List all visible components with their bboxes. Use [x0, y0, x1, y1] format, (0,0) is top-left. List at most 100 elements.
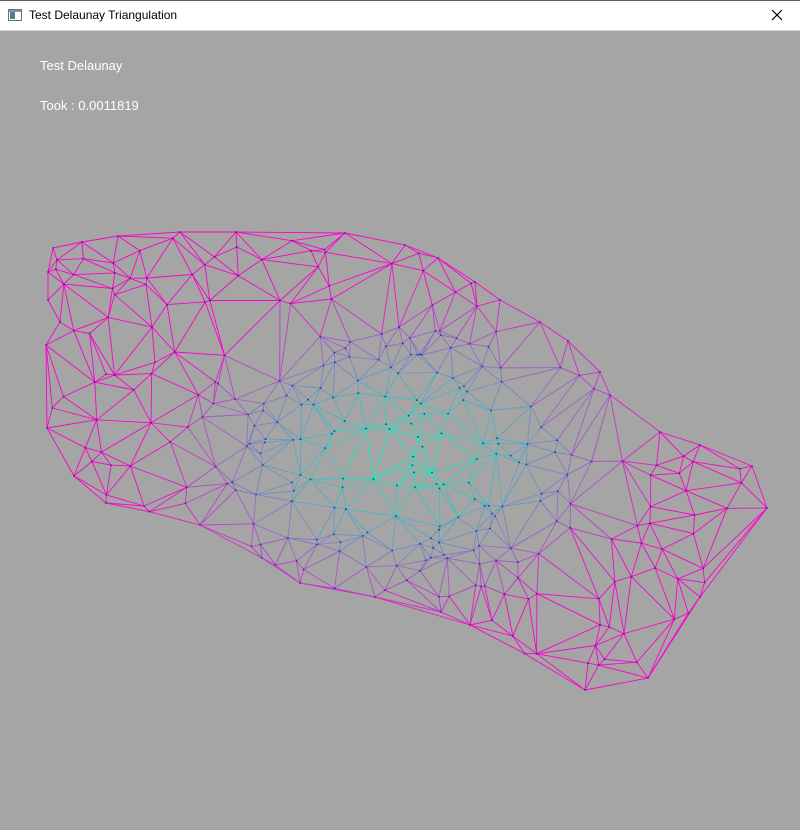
- mesh-point: [569, 502, 572, 505]
- mesh-edge: [484, 560, 497, 587]
- mesh-edge: [277, 421, 301, 440]
- mesh-edge: [166, 301, 206, 306]
- mesh-point: [260, 258, 263, 261]
- mesh-edge: [491, 594, 505, 621]
- mesh-edge: [204, 256, 215, 266]
- mesh-point: [151, 326, 153, 328]
- mesh-point: [299, 582, 301, 584]
- mesh-point: [597, 664, 600, 666]
- mesh-edge: [107, 288, 113, 318]
- mesh-edge: [411, 465, 415, 473]
- mesh-point: [655, 464, 658, 467]
- mesh-edge: [114, 326, 153, 376]
- mesh-edge: [560, 367, 580, 376]
- mesh-edge: [334, 420, 345, 432]
- mesh-point: [435, 483, 438, 485]
- mesh-edge: [395, 515, 432, 539]
- close-button[interactable]: [754, 0, 800, 30]
- mesh-edge: [571, 388, 595, 456]
- mesh-edge: [214, 256, 239, 276]
- mesh-edge: [357, 359, 379, 381]
- mesh-edge: [640, 523, 651, 544]
- mesh-edge: [174, 301, 206, 353]
- mesh-point: [263, 441, 266, 444]
- mesh-point: [603, 658, 606, 661]
- mesh-edge: [307, 387, 321, 401]
- mesh-point: [472, 549, 475, 552]
- mesh-point: [635, 661, 638, 664]
- mesh-edge: [108, 316, 153, 328]
- mesh-edge: [300, 404, 303, 440]
- mesh-point: [105, 502, 107, 504]
- mesh-point: [319, 335, 322, 338]
- mesh-edge: [52, 407, 97, 421]
- mesh-edge: [56, 258, 84, 261]
- mesh-point: [593, 387, 595, 390]
- mesh-edge: [276, 395, 288, 423]
- mesh-edge: [636, 618, 675, 663]
- mesh-point: [436, 371, 439, 374]
- mesh-edge: [300, 438, 326, 449]
- mesh-edge: [105, 373, 115, 376]
- mesh-edge: [214, 231, 237, 258]
- mesh-edge: [96, 389, 135, 421]
- mesh-edge: [439, 488, 459, 518]
- mesh-edge: [357, 366, 392, 382]
- mesh-edge: [169, 441, 188, 488]
- mesh-edge: [286, 385, 293, 396]
- mesh-edge: [614, 576, 632, 583]
- mesh-point: [525, 463, 528, 466]
- mesh-edge: [342, 478, 374, 488]
- mesh-point: [248, 442, 251, 445]
- mesh-edge: [677, 578, 689, 614]
- mesh-edge: [443, 482, 469, 485]
- mesh-edge: [525, 464, 542, 494]
- mesh-edge: [334, 356, 350, 363]
- mesh-point: [483, 505, 486, 507]
- mesh-edge: [339, 542, 341, 552]
- mesh-point: [422, 269, 425, 272]
- mesh-point: [309, 478, 312, 481]
- mesh-edge: [292, 385, 309, 401]
- mesh-edge: [313, 404, 335, 432]
- mesh-point: [72, 329, 75, 332]
- mesh-point: [342, 477, 344, 480]
- mesh-edge: [469, 624, 514, 637]
- title-bar[interactable]: Test Delaunay Triangulation: [0, 0, 800, 31]
- mesh-edge: [94, 381, 134, 391]
- mesh-edge: [478, 545, 497, 561]
- mesh-edge: [495, 453, 503, 507]
- mesh-edge: [475, 505, 486, 532]
- app-window-icon: [8, 9, 22, 21]
- mesh-edge: [290, 303, 321, 337]
- mesh-edge: [81, 241, 84, 259]
- mesh-edge: [198, 394, 214, 404]
- mesh-point: [474, 584, 477, 587]
- mesh-edge: [488, 453, 497, 506]
- mesh-edge: [150, 394, 199, 424]
- mesh-edge: [463, 366, 483, 387]
- mesh-edge: [490, 381, 503, 411]
- mesh-edge: [391, 263, 400, 328]
- mesh-edge: [685, 461, 694, 491]
- mesh-edge: [145, 277, 148, 285]
- mesh-edge: [528, 598, 538, 654]
- mesh-point: [214, 381, 217, 383]
- mesh-point: [682, 455, 685, 458]
- mesh-edge: [389, 428, 419, 438]
- mesh-point: [307, 398, 309, 401]
- mesh-edge: [527, 406, 532, 445]
- mesh-edge: [299, 569, 305, 584]
- mesh-point: [661, 548, 664, 551]
- mesh-point: [111, 287, 114, 290]
- mesh-point: [517, 577, 519, 579]
- mesh-edge: [409, 337, 421, 355]
- mesh-edge: [751, 465, 768, 509]
- mesh-edge: [262, 464, 301, 476]
- mesh-point: [323, 248, 326, 251]
- mesh-edge: [224, 300, 281, 356]
- mesh-point: [330, 298, 333, 300]
- mesh-edge: [412, 464, 433, 473]
- mesh-edge: [324, 447, 344, 479]
- mesh-edge: [246, 414, 249, 447]
